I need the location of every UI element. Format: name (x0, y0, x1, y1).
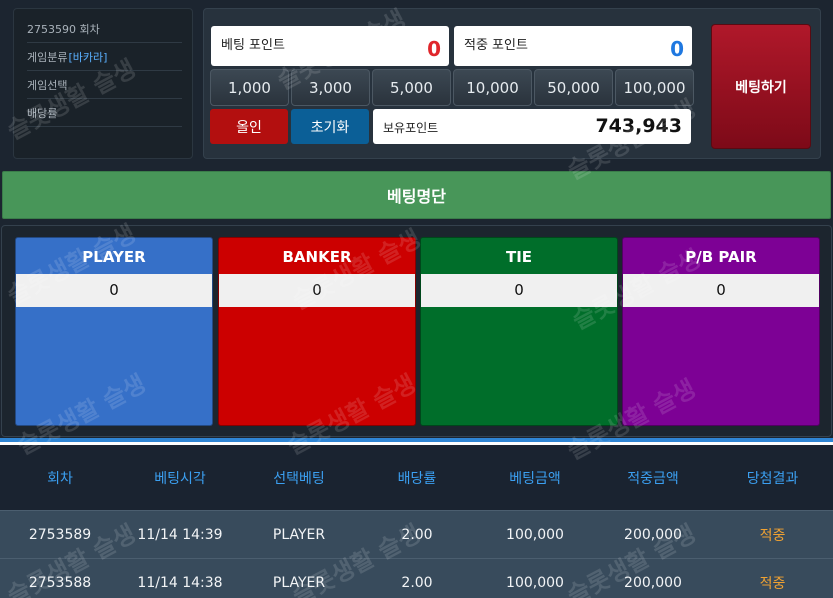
row-result: 적중 (759, 527, 786, 544)
chip-3000-button[interactable]: 3,000 (291, 69, 370, 106)
row-win-amount: 200,000 (624, 574, 682, 591)
row-selection: PLAYER (272, 526, 326, 543)
place-bet-button[interactable]: 베팅하기 (711, 24, 811, 149)
bet-point-box: 베팅 포인트 0 (211, 26, 449, 66)
table-row: 2753588 11/14 14:38 PLAYER 2.00 100,000 … (0, 558, 833, 598)
all-in-button[interactable]: 올인 (210, 109, 288, 144)
pair-zone[interactable]: P/B PAIR 0 (622, 237, 820, 426)
row-round: 2753588 (28, 574, 92, 591)
odds-row: 배당률 (27, 99, 182, 127)
win-point-box: 적중 포인트 0 (454, 26, 692, 66)
pair-zone-amount: 0 (623, 274, 819, 307)
win-point-value: 0 (670, 37, 684, 61)
bet-point-value: 0 (427, 37, 441, 61)
banker-zone-name: BANKER (282, 248, 352, 266)
bet-point-label: 베팅 포인트 (221, 38, 285, 53)
row-bet-amount: 100,000 (506, 526, 564, 543)
category-label: 게임분류 (27, 50, 68, 64)
row-win-amount: 200,000 (624, 526, 682, 543)
chip-50000-button[interactable]: 50,000 (534, 69, 613, 106)
balance-value: 743,943 (595, 115, 682, 137)
row-bet-time: 11/14 14:39 (137, 526, 223, 543)
row-selection: PLAYER (272, 574, 326, 591)
tie-zone-name: TIE (505, 248, 533, 266)
chip-10000-button[interactable]: 10,000 (453, 69, 532, 106)
betting-panel: 베팅 포인트 0 적중 포인트 0 1,000 3,000 5,000 10,0… (203, 8, 821, 159)
row-round: 2753589 (28, 526, 92, 543)
banker-zone[interactable]: BANKER 0 (218, 237, 416, 426)
balance-label: 보유포인트 (383, 121, 439, 135)
bet-history-table: 회차 베팅시각 선택베팅 배당률 베팅금액 적중금액 당첨결과 2753589 … (0, 445, 833, 598)
row-bet-amount: 100,000 (506, 574, 564, 591)
category-row: 게임분류 [바카라] (27, 43, 182, 71)
row-result: 적중 (759, 575, 786, 592)
row-bet-time: 11/14 14:38 (137, 574, 223, 591)
bet-list-bar[interactable]: 베팅명단 (2, 171, 831, 219)
table-row: 2753589 11/14 14:39 PLAYER 2.00 100,000 … (0, 510, 833, 558)
round-row: 2753590 회차 (27, 15, 182, 43)
header-win-amount: 적중금액 (627, 470, 679, 487)
pair-zone-name: P/B PAIR (685, 248, 757, 266)
win-point-label: 적중 포인트 (464, 38, 528, 53)
odds-label: 배당률 (27, 106, 58, 120)
chip-100000-button[interactable]: 100,000 (615, 69, 694, 106)
row-odds: 2.00 (401, 574, 433, 591)
balance-box: 보유포인트 743,943 (373, 109, 691, 144)
reset-button[interactable]: 초기화 (291, 109, 369, 144)
player-zone[interactable]: PLAYER 0 (15, 237, 213, 426)
header-round: 회차 (47, 470, 73, 487)
chip-5000-button[interactable]: 5,000 (372, 69, 451, 106)
game-select-label: 게임선택 (27, 78, 68, 92)
header-selection: 선택베팅 (273, 470, 325, 487)
round-label: 2753590 회차 (27, 22, 100, 36)
category-value: [바카라] (68, 50, 108, 64)
table-header: 회차 베팅시각 선택베팅 배당률 베팅금액 적중금액 당첨결과 (0, 445, 833, 510)
banker-zone-amount: 0 (219, 274, 415, 307)
header-odds: 배당률 (397, 470, 437, 487)
chip-1000-button[interactable]: 1,000 (210, 69, 289, 106)
header-bet-amount: 베팅금액 (509, 470, 561, 487)
tie-zone-amount: 0 (421, 274, 617, 307)
player-zone-name: PLAYER (82, 248, 146, 266)
tie-zone[interactable]: TIE 0 (420, 237, 618, 426)
row-odds: 2.00 (401, 526, 433, 543)
player-zone-amount: 0 (16, 274, 212, 307)
header-bet-time: 베팅시각 (154, 470, 206, 487)
game-info-panel: 2753590 회차 게임분류 [바카라] 게임선택 배당률 (13, 8, 193, 159)
bet-zones: PLAYER 0 BANKER 0 TIE 0 P/B PAIR 0 (1, 225, 832, 437)
header-result: 당첨결과 (746, 470, 799, 487)
game-select-row: 게임선택 (27, 71, 182, 99)
